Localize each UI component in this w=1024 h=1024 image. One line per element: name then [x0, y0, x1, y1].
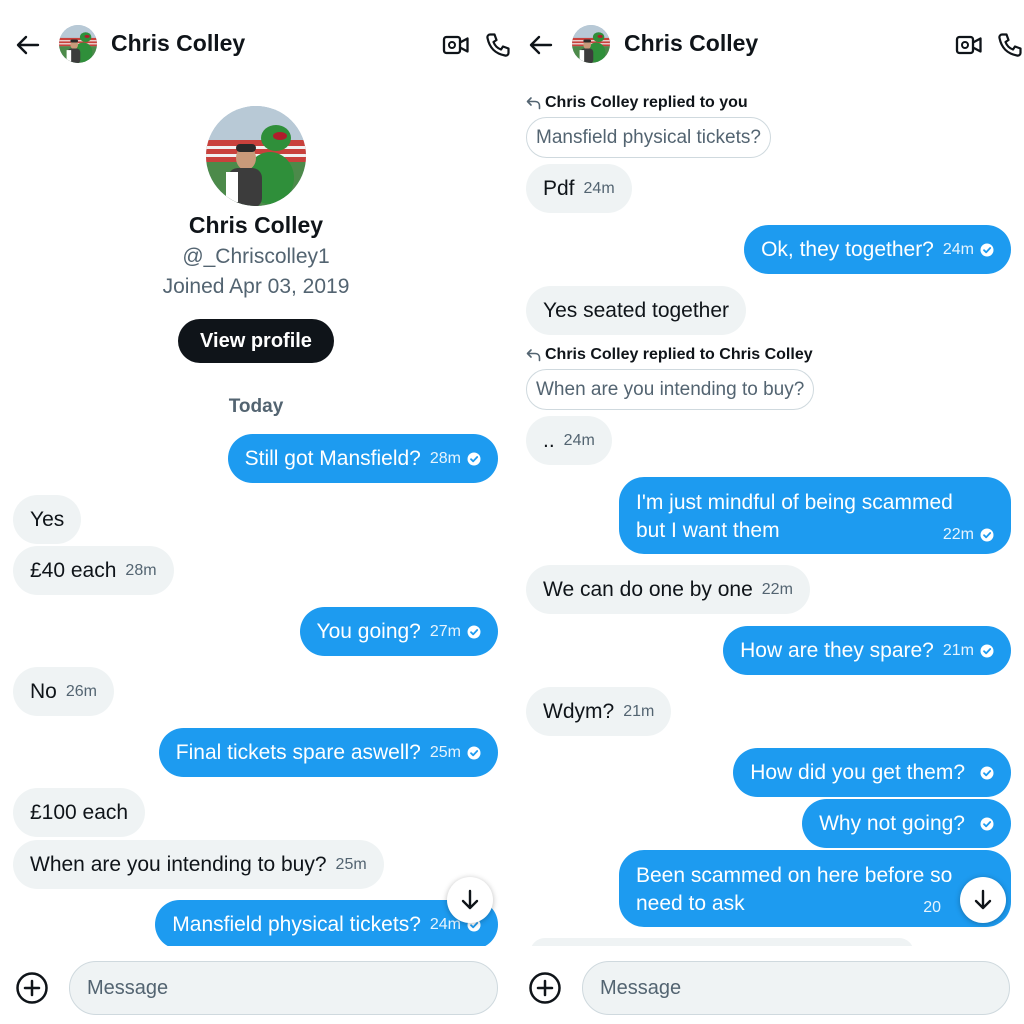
- back-arrow-icon[interactable]: [14, 31, 42, 59]
- message-time: 25m: [429, 743, 461, 761]
- reply-context-label: Chris Colley replied to you: [526, 94, 748, 112]
- message-text-line: I'm just mindful of being scammed: [636, 491, 953, 514]
- reply-context-label: Chris Colley replied to Chris Colley: [526, 346, 813, 364]
- reply-arrow-icon: [526, 96, 541, 110]
- message-time: 28m: [429, 449, 461, 467]
- arrow-down-icon: [971, 888, 995, 912]
- message-time: 22m: [761, 580, 793, 598]
- message-bubble[interactable]: .. 24m: [526, 416, 612, 465]
- message-input[interactable]: [69, 961, 498, 1015]
- scroll-to-bottom-button[interactable]: [960, 877, 1006, 923]
- message-text: Still got Mansfield?: [244, 446, 421, 470]
- message-time: 24m: [942, 240, 974, 258]
- video-call-icon[interactable]: [955, 32, 983, 58]
- profile-name: Chris Colley: [188, 212, 324, 238]
- message-bubble[interactable]: When are you intending to buy? 25m: [13, 840, 384, 889]
- message-text: Final tickets spare aswell?: [175, 740, 421, 764]
- message-text: Why not going?: [819, 811, 965, 835]
- header-contact-name[interactable]: Chris Colley: [111, 30, 245, 57]
- view-profile-button[interactable]: View profile: [178, 319, 334, 363]
- phone-icon[interactable]: [996, 31, 1024, 59]
- message-text: No: [30, 679, 57, 703]
- message-text: How are they spare?: [740, 638, 934, 662]
- message-text: Mansfield physical tickets?: [172, 912, 421, 936]
- message-text: Wdym?: [543, 699, 615, 723]
- check-circle-icon: [980, 817, 994, 831]
- message-input[interactable]: [582, 961, 1010, 1015]
- check-circle-icon: [467, 746, 481, 760]
- header-contact-name[interactable]: Chris Colley: [624, 30, 758, 57]
- check-circle-icon: [980, 766, 994, 780]
- message-text: We can do one by one: [543, 577, 753, 601]
- message-text: ..: [543, 428, 555, 452]
- check-circle-icon: [980, 528, 994, 542]
- quoted-message[interactable]: When are you intending to buy?: [526, 369, 815, 410]
- message-text: Pdf: [543, 176, 575, 200]
- message-bubble[interactable]: Ok, they together? 24m: [744, 225, 1011, 274]
- check-circle-icon: [980, 243, 994, 257]
- message-time: 24m: [583, 179, 615, 197]
- profile-handle: @_Chriscolley1: [182, 245, 330, 268]
- message-bubble[interactable]: Mansfield physical tickets? 24m: [155, 900, 498, 949]
- message-text-line: Been scammed on here before so: [636, 864, 953, 887]
- right-conversation-pane: Chris Colley Chris Colley replied to you…: [512, 0, 1024, 1024]
- message-bubble[interactable]: I'm just mindful of being scammed but I …: [619, 477, 1011, 554]
- message-time: 27m: [429, 622, 461, 640]
- message-bubble[interactable]: Yes seated together: [526, 286, 747, 335]
- message-bubble[interactable]: You going? 27m: [299, 607, 498, 656]
- message-text: When are you intending to buy?: [30, 852, 327, 876]
- message-text: Ok, they together?: [761, 237, 934, 261]
- day-separator: Today: [228, 396, 284, 417]
- message-text: Yes seated together: [543, 298, 730, 322]
- message-bubble[interactable]: How did you get them?: [733, 748, 1011, 797]
- profile-avatar[interactable]: [206, 106, 306, 206]
- message-bubble[interactable]: £100 each: [13, 788, 146, 837]
- plus-circle-icon[interactable]: [528, 971, 562, 1005]
- message-bubble[interactable]: How are they spare? 21m: [723, 626, 1011, 675]
- message-time: 25m: [335, 855, 367, 873]
- message-bubble[interactable]: Been scammed on here before so need to a…: [619, 850, 1011, 927]
- plus-circle-icon[interactable]: [15, 971, 49, 1005]
- message-text-line: but I want them: [636, 519, 780, 542]
- message-bubble[interactable]: No 26m: [13, 667, 114, 716]
- message-bubble[interactable]: Why not going?: [802, 799, 1011, 848]
- reply-arrow-icon: [526, 348, 541, 362]
- message-bubble[interactable]: £40 each 28m: [13, 546, 174, 595]
- message-bubble[interactable]: We can do one by one 22m: [526, 565, 810, 614]
- scroll-to-bottom-button[interactable]: [447, 877, 493, 923]
- message-bubble[interactable]: Still got Mansfield? 28m: [227, 434, 498, 483]
- avatar[interactable]: [59, 25, 97, 63]
- check-circle-icon: [467, 452, 481, 466]
- message-time: 21m: [942, 641, 974, 659]
- reply-label-text: Chris Colley replied to you: [545, 94, 748, 111]
- message-bubble[interactable]: Pdf 24m: [526, 164, 632, 213]
- message-time: 26m: [65, 682, 97, 700]
- message-text: £100 each: [30, 800, 129, 824]
- check-circle-icon: [467, 625, 481, 639]
- message-time: 24m: [563, 431, 595, 449]
- message-bubble[interactable]: Yes: [13, 495, 82, 544]
- quoted-message[interactable]: Mansfield physical tickets?: [526, 117, 771, 158]
- message-bubble[interactable]: Final tickets spare aswell? 25m: [158, 728, 498, 777]
- video-call-icon[interactable]: [442, 32, 470, 58]
- message-text: You going?: [316, 619, 421, 643]
- back-arrow-icon[interactable]: [527, 31, 555, 59]
- arrow-down-icon: [458, 888, 482, 912]
- avatar[interactable]: [572, 25, 610, 63]
- message-time: 28m: [125, 561, 157, 579]
- message-time: 20: [923, 899, 941, 916]
- message-text: £40 each: [30, 558, 117, 582]
- phone-icon[interactable]: [484, 31, 512, 59]
- profile-joined-date: Joined Apr 03, 2019: [162, 275, 350, 298]
- left-conversation-pane: Chris Colley Chris Colley @_Chriscolley1…: [0, 0, 512, 1024]
- reply-label-text: Chris Colley replied to Chris Colley: [545, 346, 813, 363]
- message-time: 21m: [623, 702, 655, 720]
- message-bubble[interactable]: Wdym? 21m: [526, 687, 672, 736]
- message-time: 22m: [942, 526, 974, 543]
- message-text: Yes: [30, 507, 65, 531]
- check-circle-icon: [980, 644, 994, 658]
- message-text: How did you get them?: [750, 760, 965, 784]
